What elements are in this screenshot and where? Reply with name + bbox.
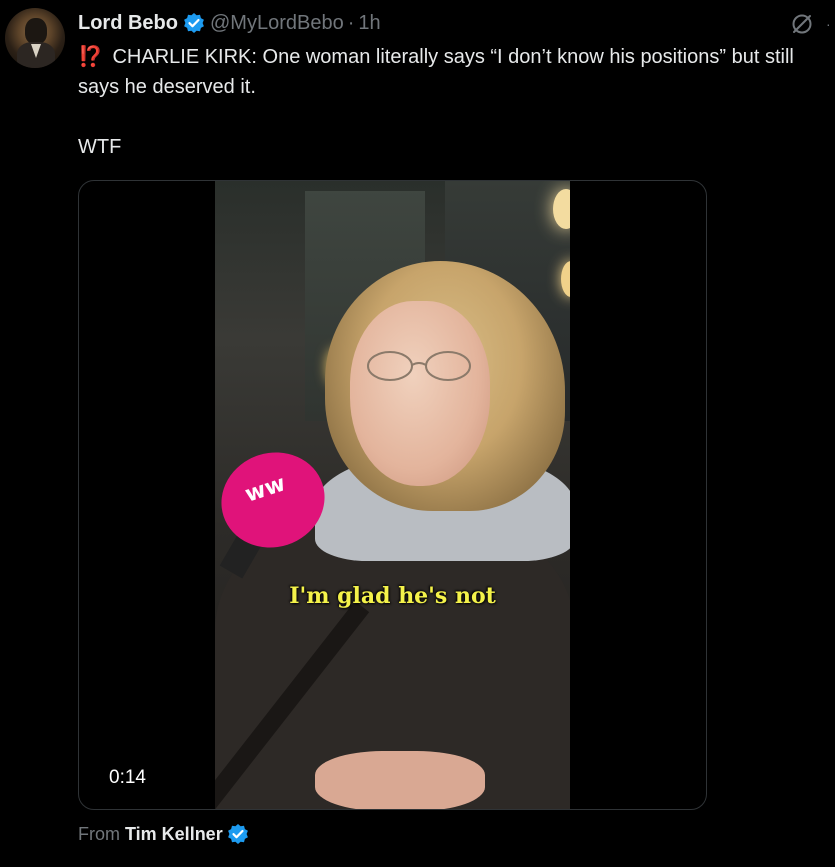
post-time[interactable]: 1h [358,12,380,35]
avatar-head [25,18,47,44]
author-handle[interactable]: @MyLordBebo [210,12,344,35]
video-player[interactable]: ww I'm glad he's not 0:14 [78,180,707,810]
post-text: ⁉️ CHARLIE KIRK: One woman literally say… [78,42,828,102]
person-face [350,301,490,486]
post-text-extra: WTF [78,136,122,158]
video-caption: I'm glad he's not [289,583,496,609]
author-avatar[interactable] [5,8,65,68]
video-frame[interactable]: ww I'm glad he's not [215,181,570,809]
source-name[interactable]: Tim Kellner [125,824,223,845]
post-header: Lord Bebo @MyLordBebo · 1h [78,10,381,36]
verified-badge-icon [184,13,204,33]
person-hands [315,751,485,809]
video-duration: 0:14 [101,764,154,792]
glasses [367,351,471,381]
separator-dot: · [347,11,355,34]
source-label: From [78,823,120,844]
verified-badge-icon [227,824,248,844]
interrobang-emoji: ⁉️ [78,46,103,68]
post-text-body: CHARLIE KIRK: One woman literally says “… [78,46,794,98]
grok-icon[interactable] [790,12,814,36]
media-source: From Tim Kellner [78,822,249,846]
author-name[interactable]: Lord Bebo [78,12,178,35]
more-icon[interactable]: · [826,17,835,31]
